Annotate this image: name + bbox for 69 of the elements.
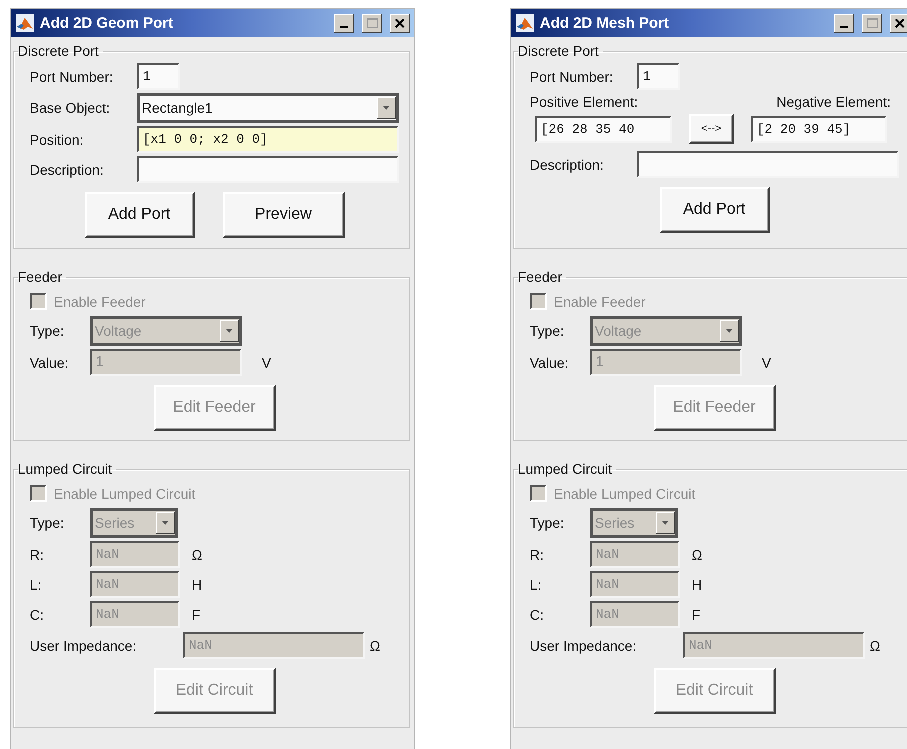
field-label: L:: [30, 576, 43, 592]
unit-label: H: [692, 576, 704, 592]
field-label: Type:: [30, 515, 66, 531]
minimize-icon[interactable]: [334, 14, 354, 32]
field-label: C:: [530, 606, 545, 622]
field-label: Base Object:: [30, 100, 112, 116]
swap-button[interactable]: <-->: [689, 114, 734, 144]
checkbox-label: Enable Lumped Circuit: [554, 486, 696, 502]
field-label: Positive Element:: [530, 94, 638, 110]
field-label: R:: [530, 546, 545, 562]
field-label: Value:: [530, 354, 570, 370]
close-icon[interactable]: [890, 14, 907, 32]
checkbox-label: Enable Feeder: [54, 294, 146, 310]
dropdown-value: Series: [595, 515, 635, 531]
field-label: Port Number:: [30, 68, 114, 84]
input-field[interactable]: 1: [637, 63, 680, 90]
group-title: Feeder: [18, 269, 64, 285]
checkbox-label: Enable Lumped Circuit: [54, 486, 196, 502]
group-title: Discrete Port: [18, 43, 100, 59]
field-label: Type:: [30, 323, 66, 339]
app-logo-icon: [16, 14, 34, 32]
checkbox-label: Enable Feeder: [554, 294, 646, 310]
field-label: Type:: [530, 323, 566, 339]
unit-label: Ω: [870, 638, 882, 654]
maximize-icon[interactable]: [862, 14, 882, 32]
app-logo-icon: [516, 14, 534, 32]
dropdown-value: Voltage: [95, 323, 142, 339]
dropdown[interactable]: Rectangle1: [137, 93, 399, 123]
group-title: Feeder: [518, 269, 564, 285]
unit-label: V: [762, 354, 772, 370]
window-title: Add 2D Mesh Port: [540, 14, 670, 32]
dropdown-value: Voltage: [595, 323, 642, 339]
maximize-icon[interactable]: [362, 14, 382, 32]
field-label: Value:: [30, 354, 70, 370]
field-label: Position:: [30, 132, 85, 148]
field-label: C:: [30, 606, 45, 622]
unit-label: F: [192, 606, 202, 622]
field-label: Negative Element:: [776, 94, 891, 110]
input-field[interactable]: [637, 151, 899, 178]
group-title: Discrete Port: [518, 43, 600, 59]
input-field[interactable]: [2 20 39 45]: [751, 116, 887, 142]
action-button[interactable]: Add Port: [84, 192, 194, 238]
minimize-icon[interactable]: [834, 14, 854, 32]
unit-label: H: [192, 576, 204, 592]
field-label: User Impedance:: [30, 638, 138, 654]
action-button[interactable]: Add Port: [660, 187, 770, 233]
unit-label: F: [692, 606, 702, 622]
input-field[interactable]: [26 28 35 40: [535, 116, 672, 142]
unit-label: Ω: [370, 638, 382, 654]
input-field[interactable]: [137, 156, 399, 183]
group-title: Lumped Circuit: [18, 461, 114, 477]
field-label: Description:: [530, 156, 605, 172]
unit-label: Ω: [692, 546, 704, 562]
unit-label: V: [262, 354, 272, 370]
input-field[interactable]: [x1 0 0; x2 0 0]: [137, 126, 399, 153]
input-field[interactable]: 1: [137, 63, 180, 90]
dropdown-value: Rectangle1: [142, 100, 213, 116]
group-title: Lumped Circuit: [518, 461, 614, 477]
field-label: User Impedance:: [530, 638, 638, 654]
close-icon[interactable]: [390, 14, 410, 32]
unit-label: Ω: [192, 546, 204, 562]
field-label: L:: [530, 576, 543, 592]
action-button[interactable]: Preview: [222, 192, 344, 238]
field-label: Type:: [530, 515, 566, 531]
dropdown-value: Series: [95, 515, 135, 531]
field-label: Description:: [30, 162, 105, 178]
field-label: R:: [30, 546, 45, 562]
field-label: Port Number:: [530, 68, 614, 84]
window-title: Add 2D Geom Port: [40, 14, 174, 32]
